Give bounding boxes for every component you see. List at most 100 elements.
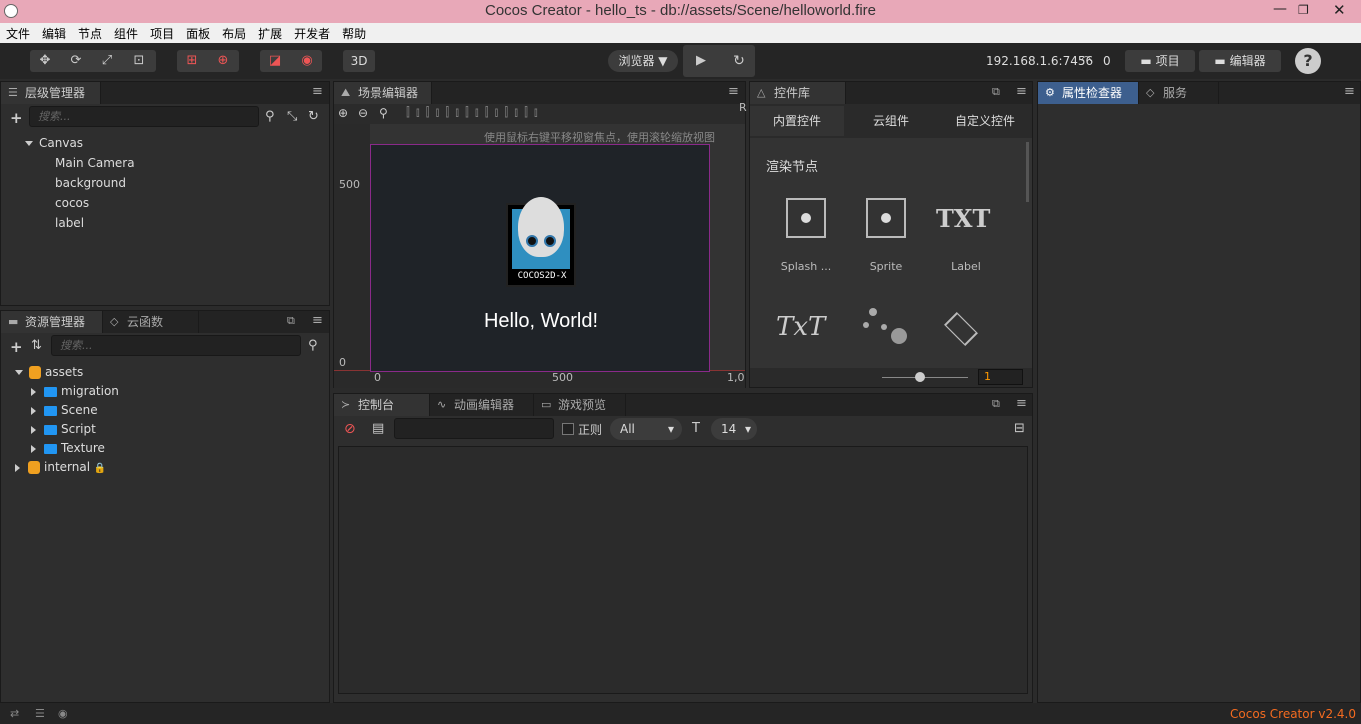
subtab-custom[interactable]: 自定义控件 bbox=[938, 106, 1032, 136]
mode-3d-button[interactable]: 3D bbox=[343, 50, 375, 72]
align-tools-icon[interactable]: ⫿⫾⫿⫾⫿⫾⫿⫾⫿⫾⫿⫾⫿⫾ bbox=[406, 105, 544, 120]
cocos-logo[interactable]: COCOS2D-X bbox=[506, 197, 576, 287]
move-tool-icon[interactable]: ✥ bbox=[30, 50, 60, 72]
center-icon[interactable]: ⊕ bbox=[208, 50, 238, 72]
richtext-icon[interactable]: TxT bbox=[776, 312, 825, 342]
panel-menu-icon[interactable]: ≡ bbox=[312, 313, 323, 328]
tab-services[interactable]: ◇ 服务 bbox=[1139, 82, 1219, 104]
tree-folder-scene[interactable]: Scene bbox=[31, 401, 98, 419]
particle-icon[interactable] bbox=[863, 308, 911, 348]
console-filter-input[interactable] bbox=[394, 418, 554, 439]
design-resolution-frame[interactable]: COCOS2D-X Hello, World! bbox=[370, 144, 710, 372]
assets-search-input[interactable]: 搜索... bbox=[51, 335, 301, 356]
popout-icon[interactable]: ⧉ bbox=[992, 397, 1000, 411]
tab-console[interactable]: ≻ 控制台 bbox=[334, 394, 430, 416]
tree-folder-assets[interactable]: assets bbox=[15, 363, 83, 381]
tree-node-cocos[interactable]: cocos bbox=[55, 194, 89, 212]
menu-file[interactable]: 文件 bbox=[0, 23, 36, 42]
tree-node-label[interactable]: label bbox=[55, 214, 84, 232]
tab-assets[interactable]: ▬ 资源管理器 bbox=[1, 311, 103, 333]
zoom-slider-track[interactable] bbox=[882, 377, 968, 378]
panel-menu-icon[interactable]: ≡ bbox=[312, 84, 323, 99]
menu-panel[interactable]: 面板 bbox=[180, 23, 216, 42]
tree-node-canvas[interactable]: Canvas bbox=[25, 134, 83, 152]
zoom-reset-icon[interactable]: ⚲ bbox=[379, 106, 388, 120]
expand-caret-icon[interactable] bbox=[25, 141, 33, 146]
console-log-area[interactable] bbox=[338, 446, 1028, 694]
menu-extension[interactable]: 扩展 bbox=[252, 23, 288, 42]
minimize-button[interactable]: — bbox=[1273, 1, 1287, 17]
zoom-value-input[interactable]: 1 bbox=[978, 369, 1023, 385]
add-node-icon[interactable]: + bbox=[10, 109, 23, 127]
open-editor-button[interactable]: ▬ 编辑器 bbox=[1199, 50, 1281, 72]
tiledmap-icon[interactable] bbox=[944, 312, 978, 346]
collapsed-caret-icon[interactable] bbox=[31, 425, 36, 434]
preview-target-select[interactable]: 浏览器 ▼ bbox=[608, 50, 678, 72]
tab-scene-editor[interactable]: ⛰ 场景编辑器 bbox=[334, 82, 432, 104]
tree-node-background[interactable]: background bbox=[55, 174, 126, 192]
menu-layout[interactable]: 布局 bbox=[216, 23, 252, 42]
label-txt-icon[interactable]: TXT bbox=[936, 204, 990, 233]
rect-tool-icon[interactable]: ⊡ bbox=[124, 50, 154, 72]
panel-menu-icon[interactable]: ≡ bbox=[1344, 84, 1355, 99]
tab-animation-editor[interactable]: ∿ 动画编辑器 bbox=[430, 394, 534, 416]
close-button[interactable]: ✕ bbox=[1333, 1, 1346, 19]
refresh-icon[interactable]: ↻ bbox=[724, 50, 754, 72]
collapse-console-icon[interactable]: ⊟ bbox=[1014, 421, 1025, 436]
menu-edit[interactable]: 编辑 bbox=[36, 23, 72, 42]
menu-node[interactable]: 节点 bbox=[72, 23, 108, 42]
database-status-icon[interactable]: ☰ bbox=[35, 707, 45, 720]
zoom-in-icon[interactable]: ⊕ bbox=[338, 106, 348, 120]
log-level-select[interactable]: All ▾ bbox=[610, 418, 682, 440]
tree-node-main-camera[interactable]: Main Camera bbox=[55, 154, 135, 172]
tree-folder-migration[interactable]: migration bbox=[31, 382, 119, 400]
clear-console-icon[interactable]: ⊘ bbox=[344, 421, 356, 437]
tab-hierarchy[interactable]: ☰ 层级管理器 bbox=[1, 82, 101, 104]
expand-caret-icon[interactable] bbox=[15, 370, 23, 375]
search-icon[interactable]: ⚲ bbox=[265, 109, 275, 124]
zoom-slider-thumb[interactable] bbox=[915, 372, 925, 382]
search-icon[interactable]: ⚲ bbox=[308, 338, 318, 353]
add-asset-icon[interactable]: + bbox=[10, 338, 23, 356]
tab-widget-library[interactable]: △ 控件库 bbox=[750, 82, 846, 104]
collapsed-caret-icon[interactable] bbox=[15, 463, 20, 472]
play-icon[interactable]: ▶ bbox=[686, 50, 716, 72]
local-space-icon[interactable]: ◪ bbox=[260, 50, 290, 72]
tab-cloud-functions[interactable]: ◇ 云函数 bbox=[103, 311, 199, 333]
help-icon[interactable]: ? bbox=[1295, 48, 1321, 74]
popout-icon[interactable]: ⧉ bbox=[287, 314, 295, 328]
subtab-cloud[interactable]: 云组件 bbox=[844, 106, 938, 136]
collapsed-caret-icon[interactable] bbox=[31, 444, 36, 453]
refresh-icon[interactable]: ↻ bbox=[308, 109, 319, 124]
popout-icon[interactable]: ⧉ bbox=[992, 85, 1000, 99]
tree-folder-internal[interactable]: internal 🔒 bbox=[15, 458, 106, 476]
tree-folder-script[interactable]: Script bbox=[31, 420, 96, 438]
menu-project[interactable]: 项目 bbox=[144, 23, 180, 42]
sort-icon[interactable]: ⇅ bbox=[31, 338, 42, 353]
font-size-select[interactable]: 14 ▾ bbox=[711, 418, 757, 440]
maximize-button[interactable]: ❐ bbox=[1298, 3, 1309, 17]
subtab-builtin[interactable]: 内置控件 bbox=[750, 106, 844, 136]
tab-inspector[interactable]: ⚙ 属性检查器 bbox=[1038, 82, 1139, 104]
panel-menu-icon[interactable]: ≡ bbox=[1016, 84, 1027, 99]
panel-menu-icon[interactable]: ≡ bbox=[1016, 396, 1027, 411]
zoom-out-icon[interactable]: ⊖ bbox=[358, 106, 368, 120]
pivot-icon[interactable]: ⊞ bbox=[177, 50, 207, 72]
menu-developer[interactable]: 开发者 bbox=[288, 23, 336, 42]
global-space-icon[interactable]: ◉ bbox=[292, 50, 322, 72]
collapsed-caret-icon[interactable] bbox=[31, 387, 36, 396]
hello-world-label[interactable]: Hello, World! bbox=[371, 310, 711, 333]
collapsed-caret-icon[interactable] bbox=[31, 406, 36, 415]
tree-folder-texture[interactable]: Texture bbox=[31, 439, 105, 457]
regex-checkbox[interactable] bbox=[562, 423, 574, 435]
menu-help[interactable]: 帮助 bbox=[336, 23, 372, 42]
sprite-icon[interactable] bbox=[866, 198, 906, 238]
widget-splash[interactable]: Splash ... bbox=[771, 260, 841, 273]
rotate-tool-icon[interactable]: ⟳ bbox=[61, 50, 91, 72]
collapse-icon[interactable]: ⤡ bbox=[287, 109, 297, 124]
widget-label[interactable]: Label bbox=[931, 260, 1001, 273]
eye-icon[interactable]: ◉ bbox=[58, 707, 68, 720]
open-project-button[interactable]: ▬ 项目 bbox=[1125, 50, 1195, 72]
widget-sprite[interactable]: Sprite bbox=[851, 260, 921, 273]
sync-icon[interactable]: ⇄ bbox=[10, 707, 19, 720]
